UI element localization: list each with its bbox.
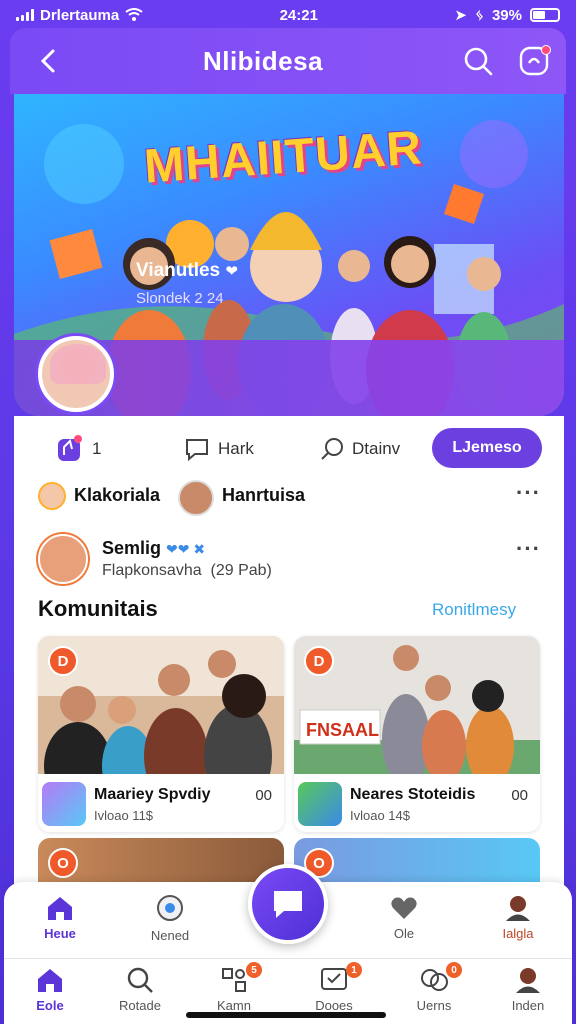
page-title: Nlibidesa (202, 45, 324, 76)
tab-home[interactable]: Heue (20, 894, 100, 941)
see-all-link[interactable]: Ronitlmesy (432, 600, 516, 620)
bluetooth-icon: ᛃ (474, 6, 484, 24)
channel-name: Vianutles ❤ (136, 260, 238, 281)
likes-count: 1 (92, 439, 102, 458)
comment-action[interactable]: Hark (184, 436, 254, 462)
card-badge: O (48, 848, 78, 878)
avatar[interactable] (178, 480, 214, 516)
location-icon: ➤ (454, 7, 467, 24)
message-icon (274, 891, 302, 918)
tab-users-secondary[interactable]: Uerns 0 (394, 962, 474, 1013)
heart-icon (391, 897, 417, 919)
grid-icon (222, 968, 246, 992)
card-count: 00 (511, 787, 528, 804)
tab-messages-secondary[interactable]: Dooes 1 (294, 962, 374, 1013)
card-thumbnail (42, 782, 86, 826)
subscribe-button[interactable]: LJemeso (432, 428, 542, 468)
card-sign: FNSAAL (306, 720, 379, 740)
card-count: 00 (255, 787, 272, 804)
post-author: Semlig ❤❤ ✖ (102, 538, 206, 558)
signal-icon (16, 9, 34, 21)
battery-percent: 39% (491, 6, 522, 24)
tab-profile[interactable]: Ialgla (478, 894, 558, 941)
search-button[interactable] (460, 43, 496, 79)
user-name[interactable]: Hanrtuisa (222, 485, 305, 506)
search-icon (127, 967, 153, 993)
battery-icon (529, 8, 560, 22)
compose-button[interactable] (248, 864, 328, 944)
notifications-button[interactable] (516, 43, 552, 79)
channel-avatar[interactable] (38, 336, 114, 412)
wifi-icon (125, 8, 143, 21)
tab-search-secondary[interactable]: Rotade (100, 966, 180, 1013)
user-name[interactable]: Klakoriala (74, 485, 160, 506)
heart-icon: ❤ (225, 263, 238, 280)
tab-other[interactable]: Ole (364, 894, 444, 941)
carrier-label: Drlertauma (40, 6, 120, 24)
card-title: Neares Stoteidis (350, 786, 476, 803)
search-label: Dtainv (352, 439, 401, 458)
group-icon (421, 969, 448, 991)
search-icon (321, 438, 343, 460)
chevron-left-icon (40, 49, 55, 73)
avatar[interactable] (38, 482, 66, 510)
search-icon (464, 47, 493, 76)
tab-home-secondary[interactable]: Eole (10, 966, 90, 1013)
community-card[interactable]: FNSAAL D Neares Stoteidis Ivloao 14$ 00 (294, 636, 540, 832)
badge: 0 (446, 962, 462, 978)
thumb-icon (58, 435, 82, 461)
comment-label: Hark (218, 439, 254, 458)
message-square-icon (321, 968, 347, 990)
home-icon (38, 969, 62, 992)
post-meta: Flapkonsavha (29 Pab) (102, 562, 272, 579)
chat-icon (186, 439, 208, 462)
chat-bubble-icon (157, 895, 183, 921)
home-indicator (186, 1012, 386, 1018)
tab-gallery-secondary[interactable]: Kamn 5 (194, 962, 274, 1013)
status-bar: Drlertauma 24:21 ➤ ᛃ 39% (0, 0, 576, 30)
card-title: Maariey Spvdiy (94, 786, 211, 803)
card-thumbnail (298, 782, 342, 826)
tab-news[interactable]: Nened (130, 894, 210, 943)
search-action[interactable]: Dtainv (320, 437, 400, 461)
badge: 5 (246, 962, 262, 978)
app-header: Nlibidesa (10, 28, 566, 94)
channel-subtitle: Slondek 2 24 (136, 290, 224, 307)
tab-index-secondary[interactable]: Inden (488, 966, 568, 1013)
home-icon (48, 897, 72, 920)
card-meta: Ivloao 11$ (94, 808, 154, 823)
likes-action[interactable]: 1 (56, 435, 101, 463)
user-icon (506, 896, 530, 921)
more-icon[interactable]: ··· (516, 536, 541, 562)
notification-dot (541, 45, 551, 55)
avatar[interactable] (38, 534, 88, 584)
card-meta: Ivloao 14$ (350, 808, 410, 823)
emoji-icons: ❤❤ ✖ (166, 541, 206, 557)
more-icon[interactable]: ··· (516, 480, 541, 506)
card-badge: D (48, 646, 78, 676)
clock: 24:21 (279, 6, 318, 24)
badge: 1 (346, 962, 362, 978)
section-title: Komunitais (38, 596, 158, 621)
card-badge: D (304, 646, 334, 676)
community-card[interactable]: D Maariey Spvdiy Ivloao 11$ 00 (38, 636, 284, 832)
user-icon (516, 968, 540, 993)
back-button[interactable] (30, 43, 66, 79)
